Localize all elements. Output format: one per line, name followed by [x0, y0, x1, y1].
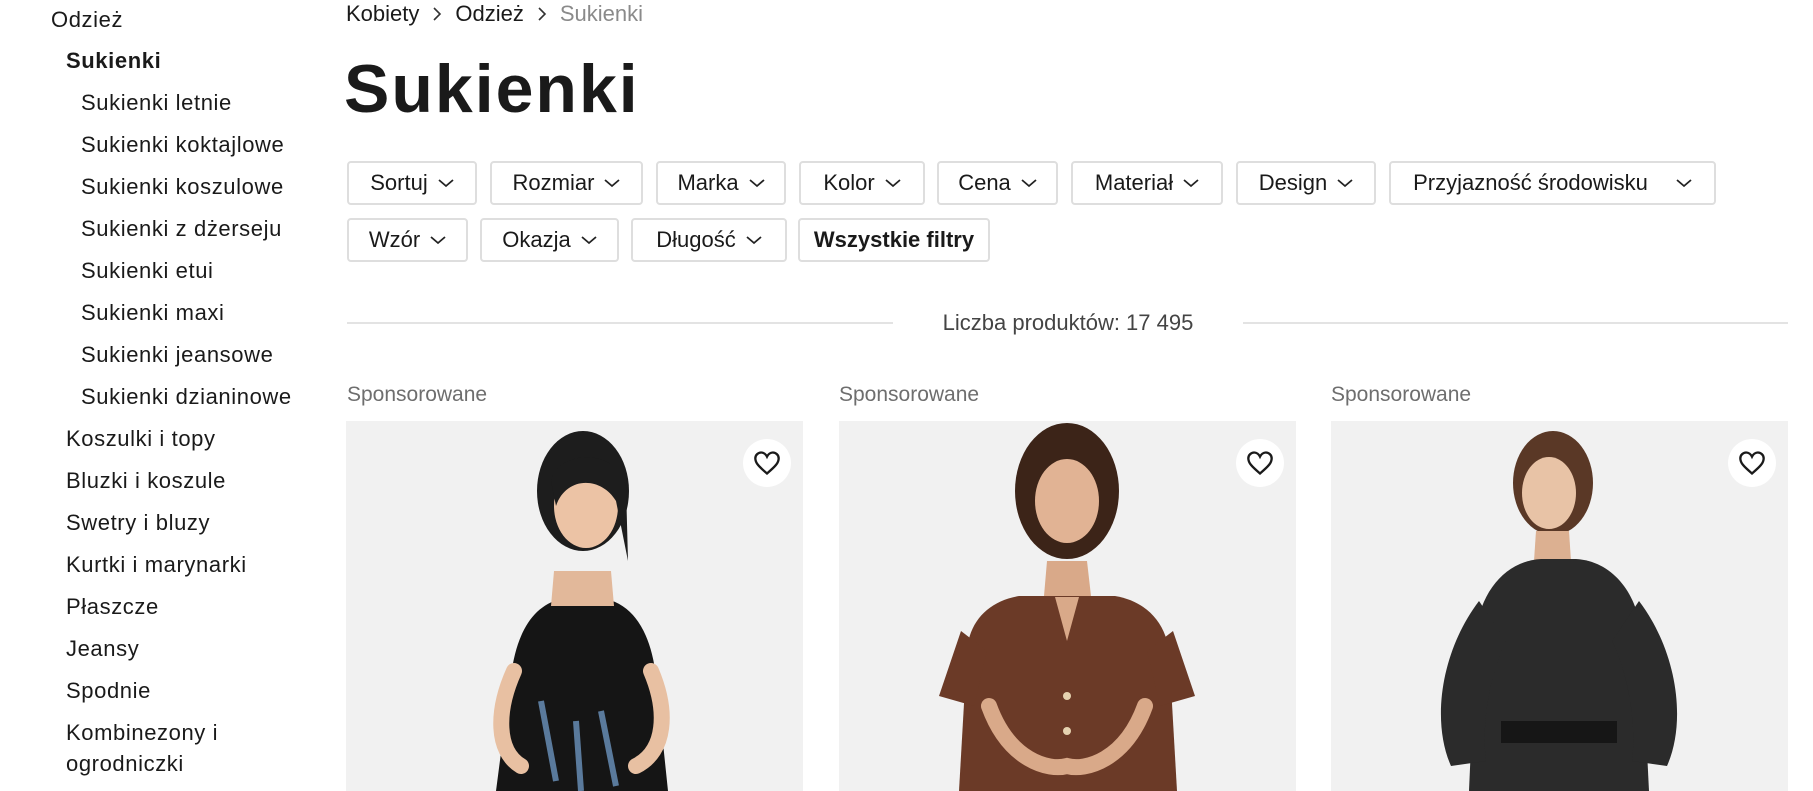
filter-label: Długość — [656, 227, 736, 252]
page-title: Sukienki — [344, 51, 640, 127]
chevron-right-icon — [538, 7, 547, 21]
heart-icon — [1247, 451, 1273, 476]
dress-shape — [1469, 559, 1649, 791]
chevron-down-icon — [746, 236, 762, 245]
product-photo — [939, 423, 1195, 791]
chevron-down-icon — [1183, 179, 1199, 188]
divider — [347, 322, 893, 324]
filter-marka[interactable]: Marka — [656, 161, 786, 205]
filter-rozmiar[interactable]: Rozmiar — [490, 161, 643, 205]
sponsored-label: Sponsorowane — [1331, 383, 1472, 406]
breadcrumb: Kobiety Odzież Sukienki — [346, 0, 643, 28]
filter-dlugosc[interactable]: Długość — [631, 218, 787, 262]
filter-label: Wszystkie filtry — [813, 227, 975, 252]
chevron-down-icon — [438, 179, 454, 188]
neck — [551, 571, 614, 606]
filter-material[interactable]: Materiał — [1071, 161, 1223, 205]
filter-przyjaznosc-srodowisku[interactable]: Przyjazność środowisku — [1389, 161, 1716, 205]
wishlist-button[interactable] — [1728, 439, 1776, 487]
chevron-down-icon — [430, 236, 446, 245]
product-image[interactable] — [346, 421, 803, 791]
heart-icon — [1739, 451, 1765, 476]
chevron-down-icon — [748, 179, 765, 188]
chevron-down-icon — [885, 179, 901, 188]
breadcrumb-sukienki: Sukienki — [559, 1, 644, 26]
product-count: Liczba produktów: 17 495 — [942, 310, 1194, 335]
filter-sortuj[interactable]: Sortuj — [347, 161, 477, 205]
filter-label: Kolor — [823, 170, 875, 195]
filter-label: Marka — [677, 170, 739, 195]
sidebar-item-bluzki-i-koszule[interactable]: Bluzki i koszule — [66, 465, 226, 496]
product-image[interactable] — [1331, 421, 1788, 791]
breadcrumb-kobiety[interactable]: Kobiety — [346, 1, 419, 27]
filter-okazja[interactable]: Okazja — [480, 218, 619, 262]
category-sidebar: Odzież Sukienki Sukienki letnie Sukienki… — [0, 0, 320, 791]
chevron-right-icon — [433, 7, 442, 21]
product-photo — [1440, 431, 1678, 791]
filter-design[interactable]: Design — [1236, 161, 1376, 205]
sidebar-item-sukienki-koktajlowe[interactable]: Sukienki koktajlowe — [81, 129, 284, 160]
breadcrumb-odziez[interactable]: Odzież — [455, 1, 523, 27]
filter-cena[interactable]: Cena — [937, 161, 1058, 205]
filter-wzor[interactable]: Wzór — [347, 218, 468, 262]
sidebar-item-sukienki-koszulowe[interactable]: Sukienki koszulowe — [81, 171, 284, 202]
button — [1063, 727, 1071, 735]
sidebar-item-sukienki-jeansowe[interactable]: Sukienki jeansowe — [81, 339, 273, 370]
product-image[interactable] — [839, 421, 1296, 791]
chevron-down-icon — [604, 179, 621, 188]
sidebar-item-sukienki[interactable]: Sukienki — [66, 45, 161, 76]
all-filters-button[interactable]: Wszystkie filtry — [798, 218, 990, 262]
sidebar-item-kurtki-i-marynarki[interactable]: Kurtki i marynarki — [66, 549, 247, 580]
sponsored-label: Sponsorowane — [839, 383, 980, 406]
filter-label: Przyjazność środowisku — [1413, 170, 1648, 195]
product-photo — [493, 431, 670, 791]
sidebar-item-sukienki-etui[interactable]: Sukienki etui — [81, 255, 214, 286]
sidebar-item-sukienki-letnie[interactable]: Sukienki letnie — [81, 87, 232, 118]
divider — [1243, 322, 1788, 324]
filter-label: Wzór — [368, 227, 421, 252]
waist-band — [1501, 721, 1617, 743]
face — [1522, 457, 1576, 529]
sidebar-item-plaszcze[interactable]: Płaszcze — [66, 591, 159, 622]
filter-label: Cena — [958, 170, 1011, 195]
sidebar-item-spodnie[interactable]: Spodnie — [66, 675, 151, 706]
chevron-down-icon — [581, 236, 597, 245]
button — [1063, 692, 1071, 700]
filter-label: Sortuj — [370, 170, 428, 195]
wishlist-button[interactable] — [743, 439, 791, 487]
chevron-down-icon — [1337, 179, 1353, 188]
sidebar-item-sukienki-dzianinowe[interactable]: Sukienki dzianinowe — [81, 381, 292, 412]
heart-icon — [754, 451, 780, 476]
chevron-down-icon — [1021, 179, 1037, 188]
filter-kolor[interactable]: Kolor — [799, 161, 925, 205]
sidebar-item-sukienki-maxi[interactable]: Sukienki maxi — [81, 297, 225, 328]
sponsored-label: Sponsorowane — [347, 383, 488, 406]
filter-label: Materiał — [1094, 170, 1174, 195]
chevron-down-icon — [1676, 179, 1692, 188]
sidebar-item-swetry-i-bluzy[interactable]: Swetry i bluzy — [66, 507, 210, 538]
neck — [1044, 561, 1091, 596]
face — [1035, 459, 1099, 543]
sidebar-item-jeansy[interactable]: Jeansy — [66, 633, 139, 664]
wishlist-button[interactable] — [1236, 439, 1284, 487]
filter-label: Rozmiar — [512, 170, 595, 195]
sidebar-item-kombinezony-i-ogrodniczki[interactable]: Kombinezony i ogrodniczki — [66, 717, 286, 779]
filter-label: Okazja — [502, 227, 571, 252]
neck — [1534, 531, 1571, 561]
filter-label: Design — [1258, 170, 1328, 195]
sidebar-item-sukienki-z-dzerseju[interactable]: Sukienki z dżerseju — [81, 213, 282, 244]
sidebar-item-koszulki-i-topy[interactable]: Koszulki i topy — [66, 423, 216, 454]
sidebar-item-odziez[interactable]: Odzież — [51, 4, 123, 35]
